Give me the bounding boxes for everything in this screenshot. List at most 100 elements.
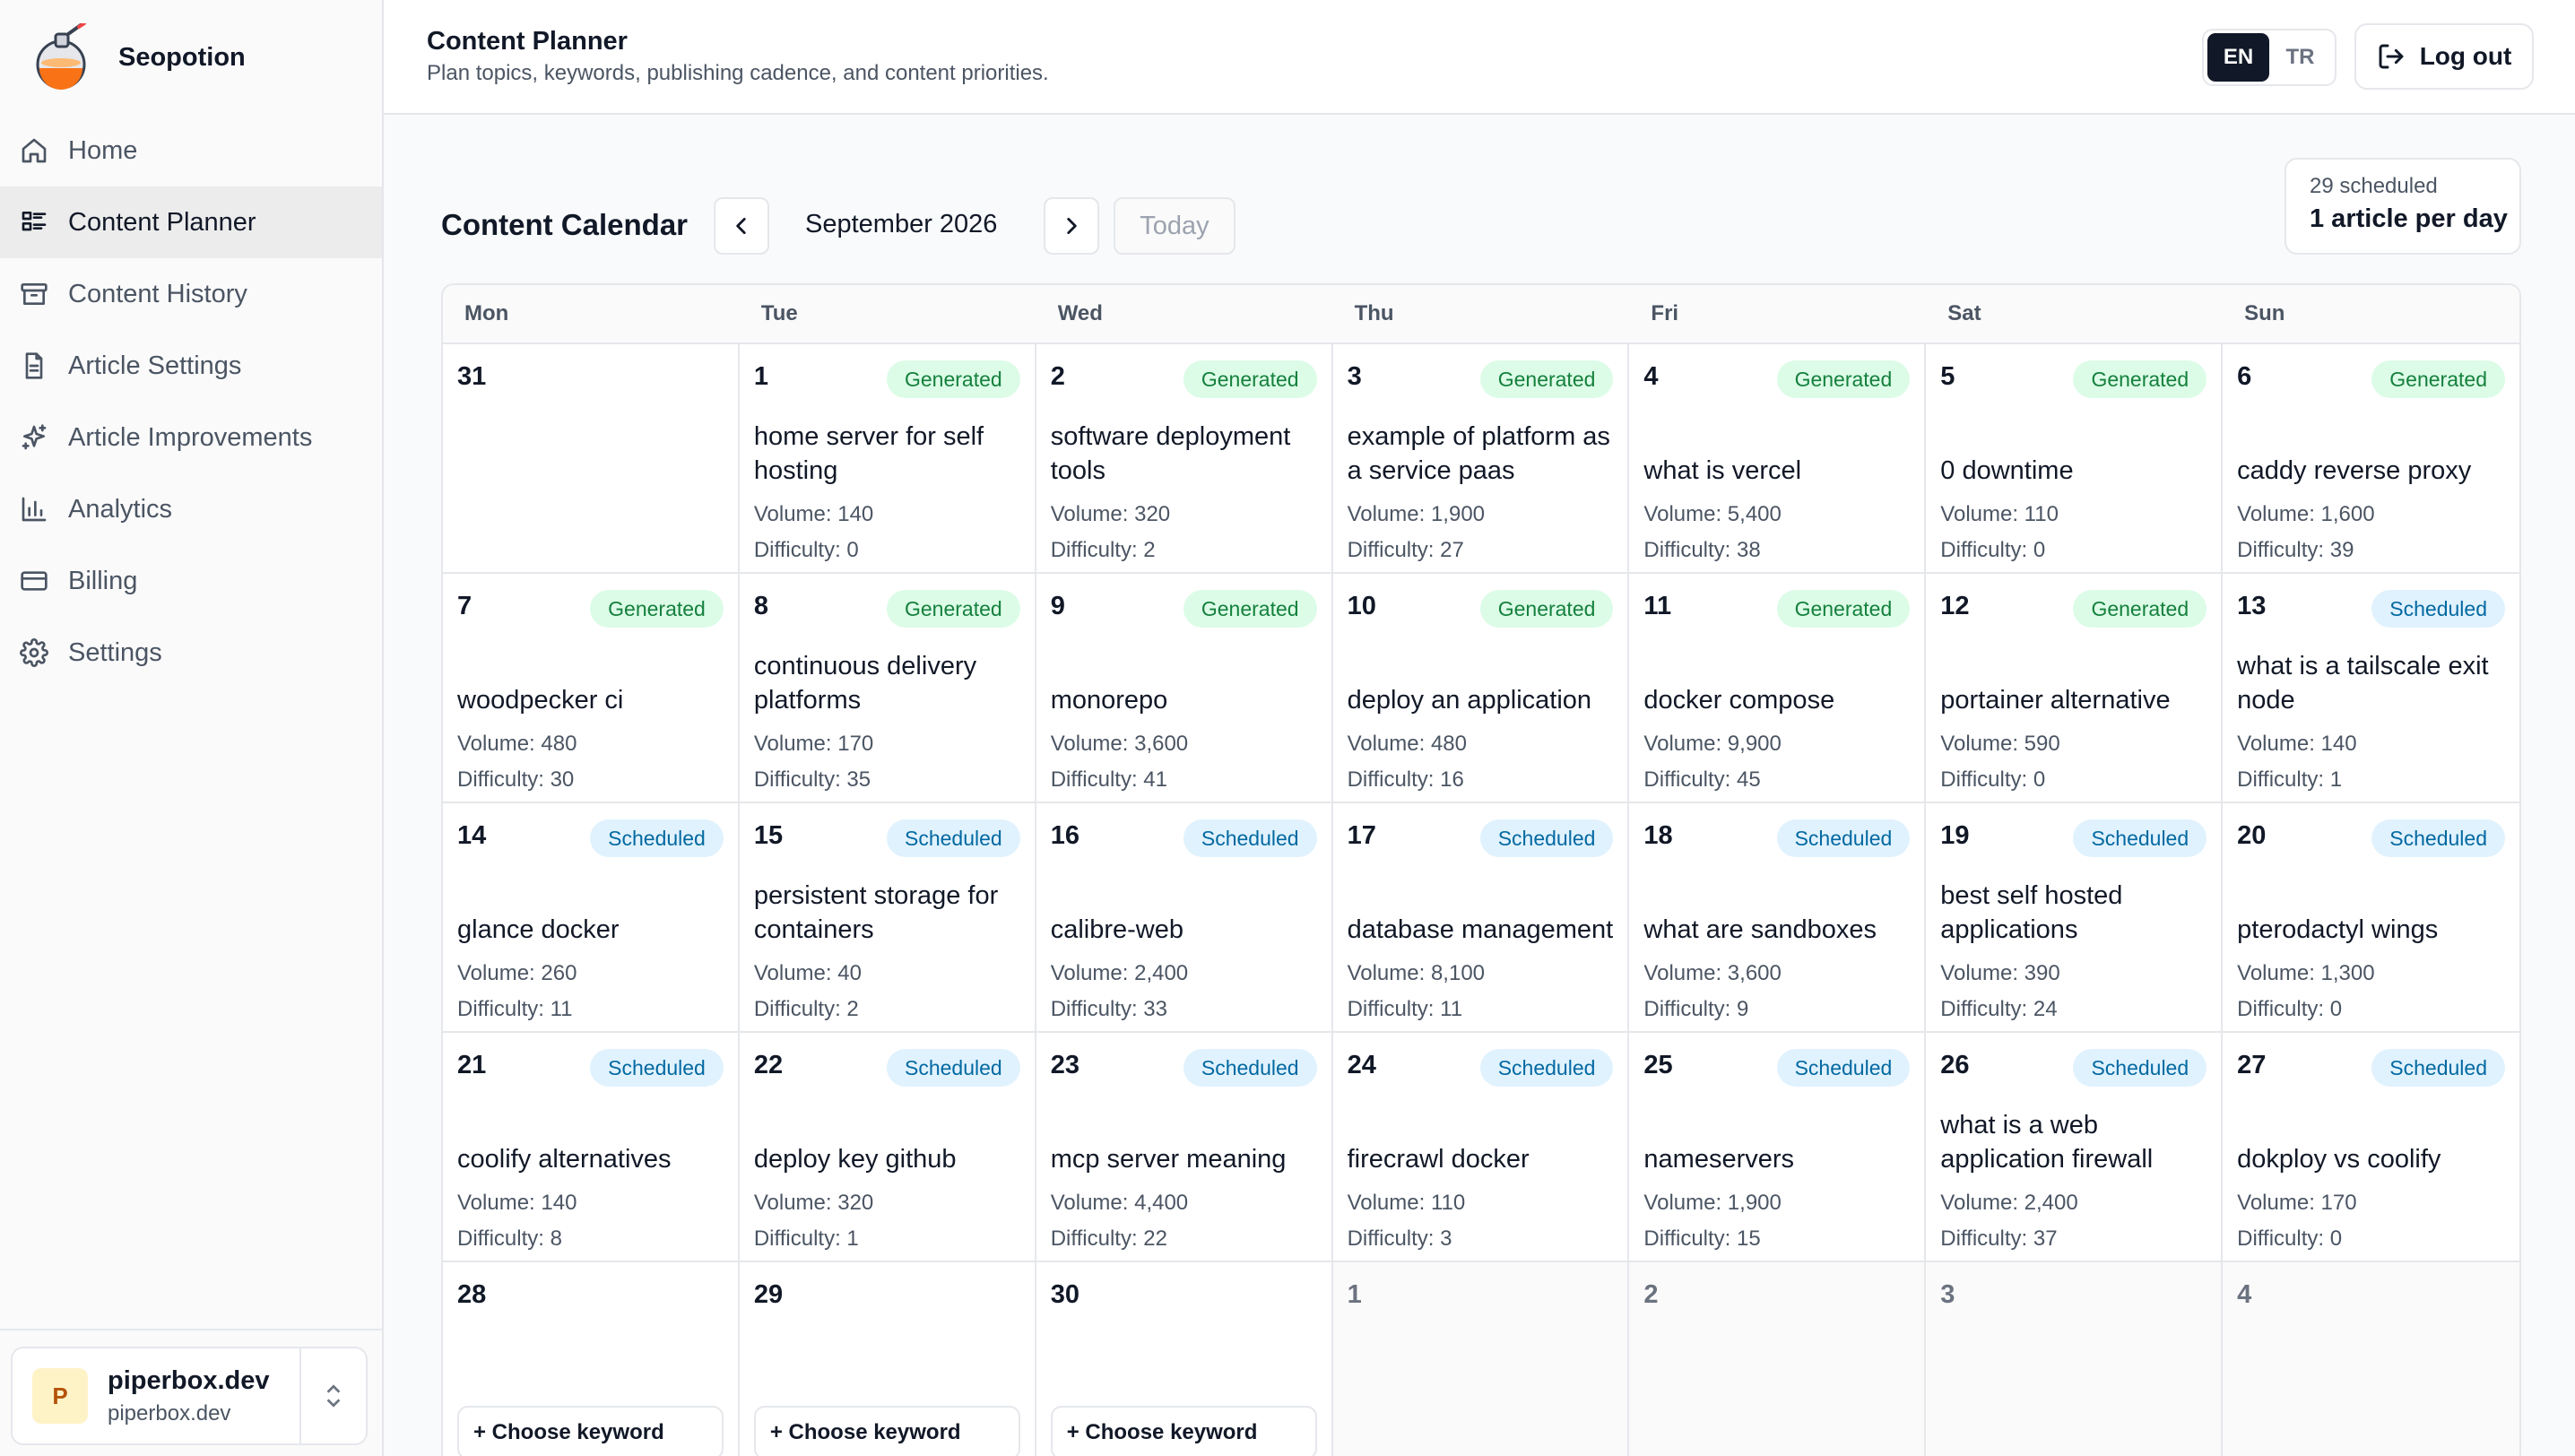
- keyword-title[interactable]: docker compose: [1643, 647, 1912, 717]
- keyword-title[interactable]: firecrawl docker: [1348, 1106, 1616, 1176]
- calendar-day-cell[interactable]: 3: [1926, 1262, 2224, 1456]
- keyword-title[interactable]: example of platform as a service paas: [1348, 418, 1616, 488]
- keyword-title[interactable]: dokploy vs coolify: [2237, 1106, 2507, 1176]
- calendar-day-cell[interactable]: 3 Generated example of platform as a servi…: [1332, 344, 1630, 574]
- weekday-label: Mon: [464, 301, 509, 325]
- logout-button[interactable]: Log out: [2354, 23, 2534, 90]
- calendar-day-cell[interactable]: 16 Scheduled calibre-web Volume: 2,400 Diffi…: [1036, 803, 1333, 1033]
- keyword-text: docker compose: [1643, 686, 1835, 715]
- calendar-day-cell[interactable]: 17 Scheduled database management Volume: 8,…: [1332, 803, 1630, 1033]
- brand[interactable]: Seopotion: [34, 23, 246, 91]
- sidebar-item-settings[interactable]: Settings: [0, 617, 382, 689]
- status-badge: Scheduled: [887, 1049, 1020, 1087]
- keyword-title[interactable]: coolify alternatives: [457, 1106, 725, 1176]
- keyword-title[interactable]: software deployment tools: [1051, 418, 1319, 488]
- keyword-title[interactable]: glance docker: [457, 877, 725, 947]
- keyword-difficulty: Difficulty: 9: [1643, 997, 1749, 1021]
- calendar-day-cell[interactable]: 4 Generated what is vercel Volume: 5,400 Dif…: [1629, 344, 1927, 574]
- keyword-title[interactable]: what is a tailscale exit node: [2237, 647, 2507, 717]
- keyword-title[interactable]: continuous delivery platforms: [754, 647, 1022, 717]
- calendar-day-cell[interactable]: 15 Scheduled persistent storage for contai…: [739, 803, 1036, 1033]
- sidebar-item-label: Content History: [68, 279, 247, 308]
- sidebar-item-article-improvements[interactable]: Article Improvements: [0, 402, 382, 473]
- day-number: 19: [1940, 821, 1970, 850]
- sidebar-item-billing[interactable]: Billing: [0, 545, 382, 617]
- calendar-day-cell[interactable]: 13 Scheduled what is a tailscale exit node…: [2223, 574, 2519, 803]
- today-button[interactable]: Today: [1114, 197, 1235, 255]
- keyword-title[interactable]: what are sandboxes: [1643, 877, 1912, 947]
- calendar-day-cell[interactable]: 11 Generated docker compose Volume: 9,900 Di…: [1629, 574, 1927, 803]
- day-number: 17: [1347, 821, 1376, 850]
- chevrons-up-down-icon[interactable]: [299, 1347, 366, 1445]
- keyword-title[interactable]: nameservers: [1643, 1106, 1912, 1176]
- calendar-day-cell[interactable]: 21 Scheduled coolify alternatives Volume: 1…: [443, 1033, 740, 1262]
- lang-tr-button[interactable]: TR: [2269, 33, 2331, 82]
- status-badge: Scheduled: [887, 819, 1020, 857]
- keyword-title[interactable]: deploy an application: [1348, 647, 1616, 717]
- calendar-day-cell[interactable]: 29 + Choose keyword: [739, 1262, 1036, 1456]
- calendar-day-cell[interactable]: 31: [443, 344, 740, 574]
- keyword-volume: Volume: 320: [1050, 502, 1171, 526]
- credit-card-icon: [18, 565, 50, 597]
- keyword-title[interactable]: what is vercel: [1643, 418, 1912, 488]
- keyword-title[interactable]: 0 downtime: [1940, 418, 2208, 488]
- calendar-day-cell[interactable]: 27 Scheduled dokploy vs coolify Volume: 170…: [2223, 1033, 2519, 1262]
- calendar-day-cell[interactable]: 9 Generated monorepo Volume: 3,600 Difficult…: [1036, 574, 1333, 803]
- sidebar-item-content-planner[interactable]: Content Planner: [0, 186, 382, 258]
- calendar-day-cell[interactable]: 1 Generated home server for self hosting Vo…: [739, 344, 1036, 574]
- keyword-text: what is a tailscale exit node: [2237, 652, 2489, 715]
- calendar-day-cell[interactable]: 23 Scheduled mcp server meaning Volume: 4,4…: [1036, 1033, 1333, 1262]
- keyword-title[interactable]: deploy key github: [754, 1106, 1022, 1176]
- keyword-volume: Volume: 8,100: [1347, 961, 1486, 985]
- calendar-day-cell[interactable]: 30 + Choose keyword: [1036, 1262, 1333, 1456]
- lang-en-button[interactable]: EN: [2207, 33, 2269, 82]
- calendar-day-cell[interactable]: 2: [1629, 1262, 1927, 1456]
- calendar-day-cell[interactable]: 28 + Choose keyword: [443, 1262, 740, 1456]
- keyword-title[interactable]: calibre-web: [1051, 877, 1319, 947]
- keyword-title[interactable]: mcp server meaning: [1051, 1106, 1319, 1176]
- calendar-day-cell[interactable]: 6 Generated caddy reverse proxy Volume: 1,6…: [2223, 344, 2519, 574]
- keyword-title[interactable]: what is a web application firewall: [1940, 1106, 2208, 1176]
- keyword-title[interactable]: home server for self hosting: [754, 418, 1022, 488]
- sidebar-item-analytics[interactable]: Analytics: [0, 473, 382, 545]
- choose-keyword-button[interactable]: + Choose keyword: [457, 1406, 724, 1456]
- calendar-day-cell[interactable]: 25 Scheduled nameservers Volume: 1,900 Diffi…: [1629, 1033, 1927, 1262]
- keyword-title[interactable]: woodpecker ci: [457, 647, 725, 717]
- keyword-difficulty: Difficulty: 11: [457, 997, 573, 1021]
- sidebar-item-article-settings[interactable]: Article Settings: [0, 330, 382, 402]
- calendar-day-cell[interactable]: 2 Generated software deployment tools Volum…: [1036, 344, 1333, 574]
- keyword-volume: Volume: 2,400: [1940, 1191, 2078, 1215]
- keyword-title[interactable]: database management: [1348, 877, 1616, 947]
- keyword-title[interactable]: monorepo: [1051, 647, 1319, 717]
- calendar-day-cell[interactable]: 14 Scheduled glance docker Volume: 260 Diffi…: [443, 803, 740, 1033]
- calendar-day-cell[interactable]: 8 Generated continuous delivery platforms V…: [739, 574, 1036, 803]
- calendar-day-cell[interactable]: 26 Scheduled what is a web application fir…: [1926, 1033, 2224, 1262]
- calendar-day-cell[interactable]: 20 Scheduled pterodactyl wings Volume: 1,30…: [2223, 803, 2519, 1033]
- weekday-label: Thu: [1354, 301, 1394, 325]
- calendar-day-cell[interactable]: 19 Scheduled best self hosted applications…: [1926, 803, 2224, 1033]
- keyword-title[interactable]: portainer alternative: [1940, 647, 2208, 717]
- keyword-title[interactable]: persistent storage for containers: [754, 877, 1022, 947]
- calendar-day-cell[interactable]: 24 Scheduled firecrawl docker Volume: 110 Di…: [1332, 1033, 1630, 1262]
- choose-keyword-button[interactable]: + Choose keyword: [753, 1406, 1020, 1456]
- calendar-day-cell[interactable]: 1: [1332, 1262, 1630, 1456]
- calendar-day-cell[interactable]: 22 Scheduled deploy key github Volume: 320 D…: [739, 1033, 1036, 1262]
- calendar-day-cell[interactable]: 12 Generated portainer alternative Volume: …: [1926, 574, 2224, 803]
- calendar-day-cell[interactable]: 10 Generated deploy an application Volume: …: [1332, 574, 1630, 803]
- keyword-volume: Volume: 390: [1940, 961, 2060, 985]
- calendar-day-cell[interactable]: 5 Generated 0 downtime Volume: 110 Difficult…: [1926, 344, 2224, 574]
- previous-month-button[interactable]: [714, 197, 769, 255]
- calendar-day-cell[interactable]: 4: [2223, 1262, 2519, 1456]
- sidebar-item-content-history[interactable]: Content History: [0, 258, 382, 330]
- account-switcher[interactable]: P piperbox.dev piperbox.dev: [11, 1347, 368, 1445]
- next-month-button[interactable]: [1044, 197, 1099, 255]
- calendar-day-cell[interactable]: 7 Generated woodpecker ci Volume: 480 Diffic…: [443, 574, 740, 803]
- keyword-title[interactable]: caddy reverse proxy: [2237, 418, 2507, 488]
- keyword-text: nameservers: [1643, 1145, 1795, 1174]
- keyword-title[interactable]: best self hosted applications: [1940, 877, 2208, 947]
- choose-keyword-button[interactable]: + Choose keyword: [1050, 1406, 1317, 1456]
- keyword-title[interactable]: pterodactyl wings: [2237, 877, 2507, 947]
- sidebar-item-home[interactable]: Home: [0, 115, 382, 186]
- calendar-day-cell[interactable]: 18 Scheduled what are sandboxes Volume: 3,6…: [1629, 803, 1927, 1033]
- weekday-label: Sun: [2244, 301, 2285, 325]
